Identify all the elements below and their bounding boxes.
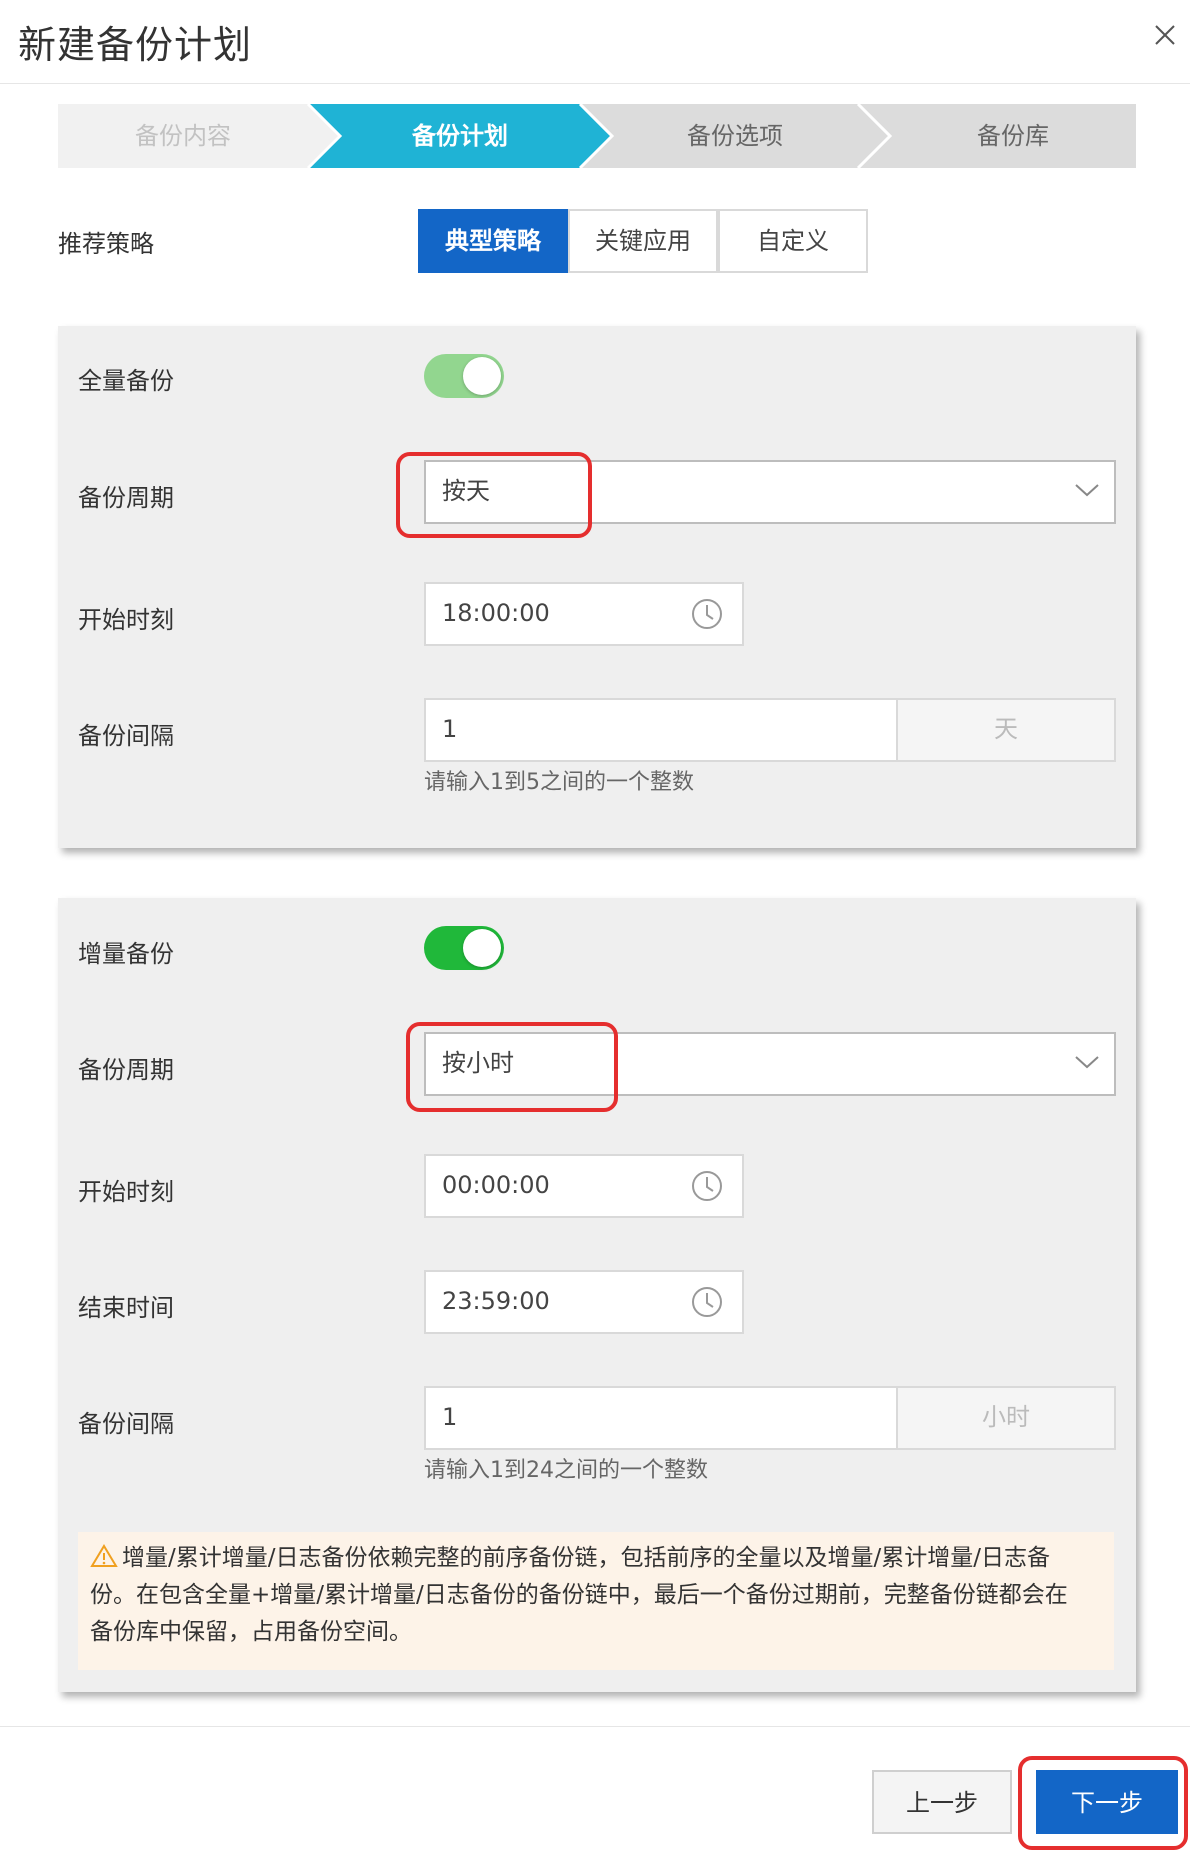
full-cycle-label: 备份周期: [78, 484, 174, 512]
previous-step-button[interactable]: 上一步: [872, 1770, 1012, 1834]
toggle-knob: [463, 357, 501, 395]
incremental-end-time-input[interactable]: 23:59:00: [424, 1270, 744, 1334]
full-interval-hint: 请输入1到5之间的一个整数: [424, 770, 694, 795]
full-backup-label: 全量备份: [78, 367, 174, 395]
incremental-interval-input[interactable]: 1: [424, 1386, 898, 1450]
full-backup-toggle[interactable]: [424, 354, 504, 398]
full-start-label: 开始时刻: [78, 606, 174, 634]
incremental-backup-label: 增量备份: [78, 940, 174, 968]
wizard-steps: 备份内容 备份计划 备份选项 备份库: [58, 104, 1136, 168]
incremental-start-time-input[interactable]: 00:00:00: [424, 1154, 744, 1218]
notice-line-3: 备份库中保留，占用备份空间。: [90, 1619, 412, 1645]
full-interval-unit: 天: [896, 698, 1116, 762]
dialog-title: 新建备份计划: [18, 23, 253, 67]
next-step-button[interactable]: 下一步: [1036, 1770, 1178, 1834]
full-start-time-value: 18:00:00: [442, 599, 550, 627]
full-start-time-input[interactable]: 18:00:00: [424, 582, 744, 646]
incremental-interval-hint: 请输入1到24之间的一个整数: [424, 1458, 708, 1483]
step-backup-options[interactable]: 备份选项: [612, 104, 858, 168]
incremental-start-label: 开始时刻: [78, 1178, 174, 1206]
strategy-key-app-button[interactable]: 关键应用: [568, 209, 718, 273]
dialog-header: 新建备份计划: [0, 0, 1190, 84]
incremental-cycle-select[interactable]: 按小时: [424, 1032, 1116, 1096]
incremental-backup-toggle[interactable]: [424, 926, 504, 970]
full-interval-label: 备份间隔: [78, 722, 174, 750]
warning-icon: [90, 1544, 118, 1567]
clock-icon: [692, 1171, 722, 1201]
close-icon[interactable]: [1150, 20, 1180, 50]
step-backup-plan[interactable]: 备份计划: [340, 104, 580, 168]
full-cycle-value: 按天: [442, 477, 490, 505]
incremental-cycle-label: 备份周期: [78, 1056, 174, 1084]
footer-divider: [0, 1726, 1190, 1727]
strategy-label: 推荐策略: [58, 230, 154, 258]
incremental-interval-label: 备份间隔: [78, 1410, 174, 1438]
incremental-cycle-value: 按小时: [442, 1049, 514, 1077]
full-interval-input[interactable]: 1: [424, 698, 898, 762]
notice-text-1: 增量/累计增量/日志备份依赖完整的前序备份链，包括前序的全量以及增量/累计增量/…: [122, 1545, 1050, 1571]
toggle-knob: [463, 929, 501, 967]
chevron-down-icon: [1075, 1056, 1099, 1069]
incremental-interval-value: 1: [442, 1403, 458, 1431]
notice-line-2: 份。在包含全量+增量/累计增量/日志备份的备份链中，最后一个备份过期前，完整备份…: [90, 1582, 1068, 1608]
backup-chain-notice: 增量/累计增量/日志备份依赖完整的前序备份链，包括前序的全量以及增量/累计增量/…: [78, 1532, 1114, 1670]
full-interval-value: 1: [442, 715, 458, 743]
strategy-custom-button[interactable]: 自定义: [718, 209, 868, 273]
full-cycle-select[interactable]: 按天: [424, 460, 1116, 524]
chevron-down-icon: [1075, 484, 1099, 497]
incremental-end-label: 结束时间: [78, 1294, 174, 1322]
incremental-interval-unit: 小时: [896, 1386, 1116, 1450]
incremental-start-time-value: 00:00:00: [442, 1171, 550, 1199]
step-backup-repository[interactable]: 备份库: [890, 104, 1136, 168]
step-backup-content[interactable]: 备份内容: [58, 104, 308, 168]
clock-icon: [692, 1287, 722, 1317]
clock-icon: [692, 599, 722, 629]
strategy-typical-button[interactable]: 典型策略: [418, 209, 568, 273]
incremental-end-time-value: 23:59:00: [442, 1287, 550, 1315]
notice-line-1: 增量/累计增量/日志备份依赖完整的前序备份链，包括前序的全量以及增量/累计增量/…: [90, 1540, 1102, 1577]
